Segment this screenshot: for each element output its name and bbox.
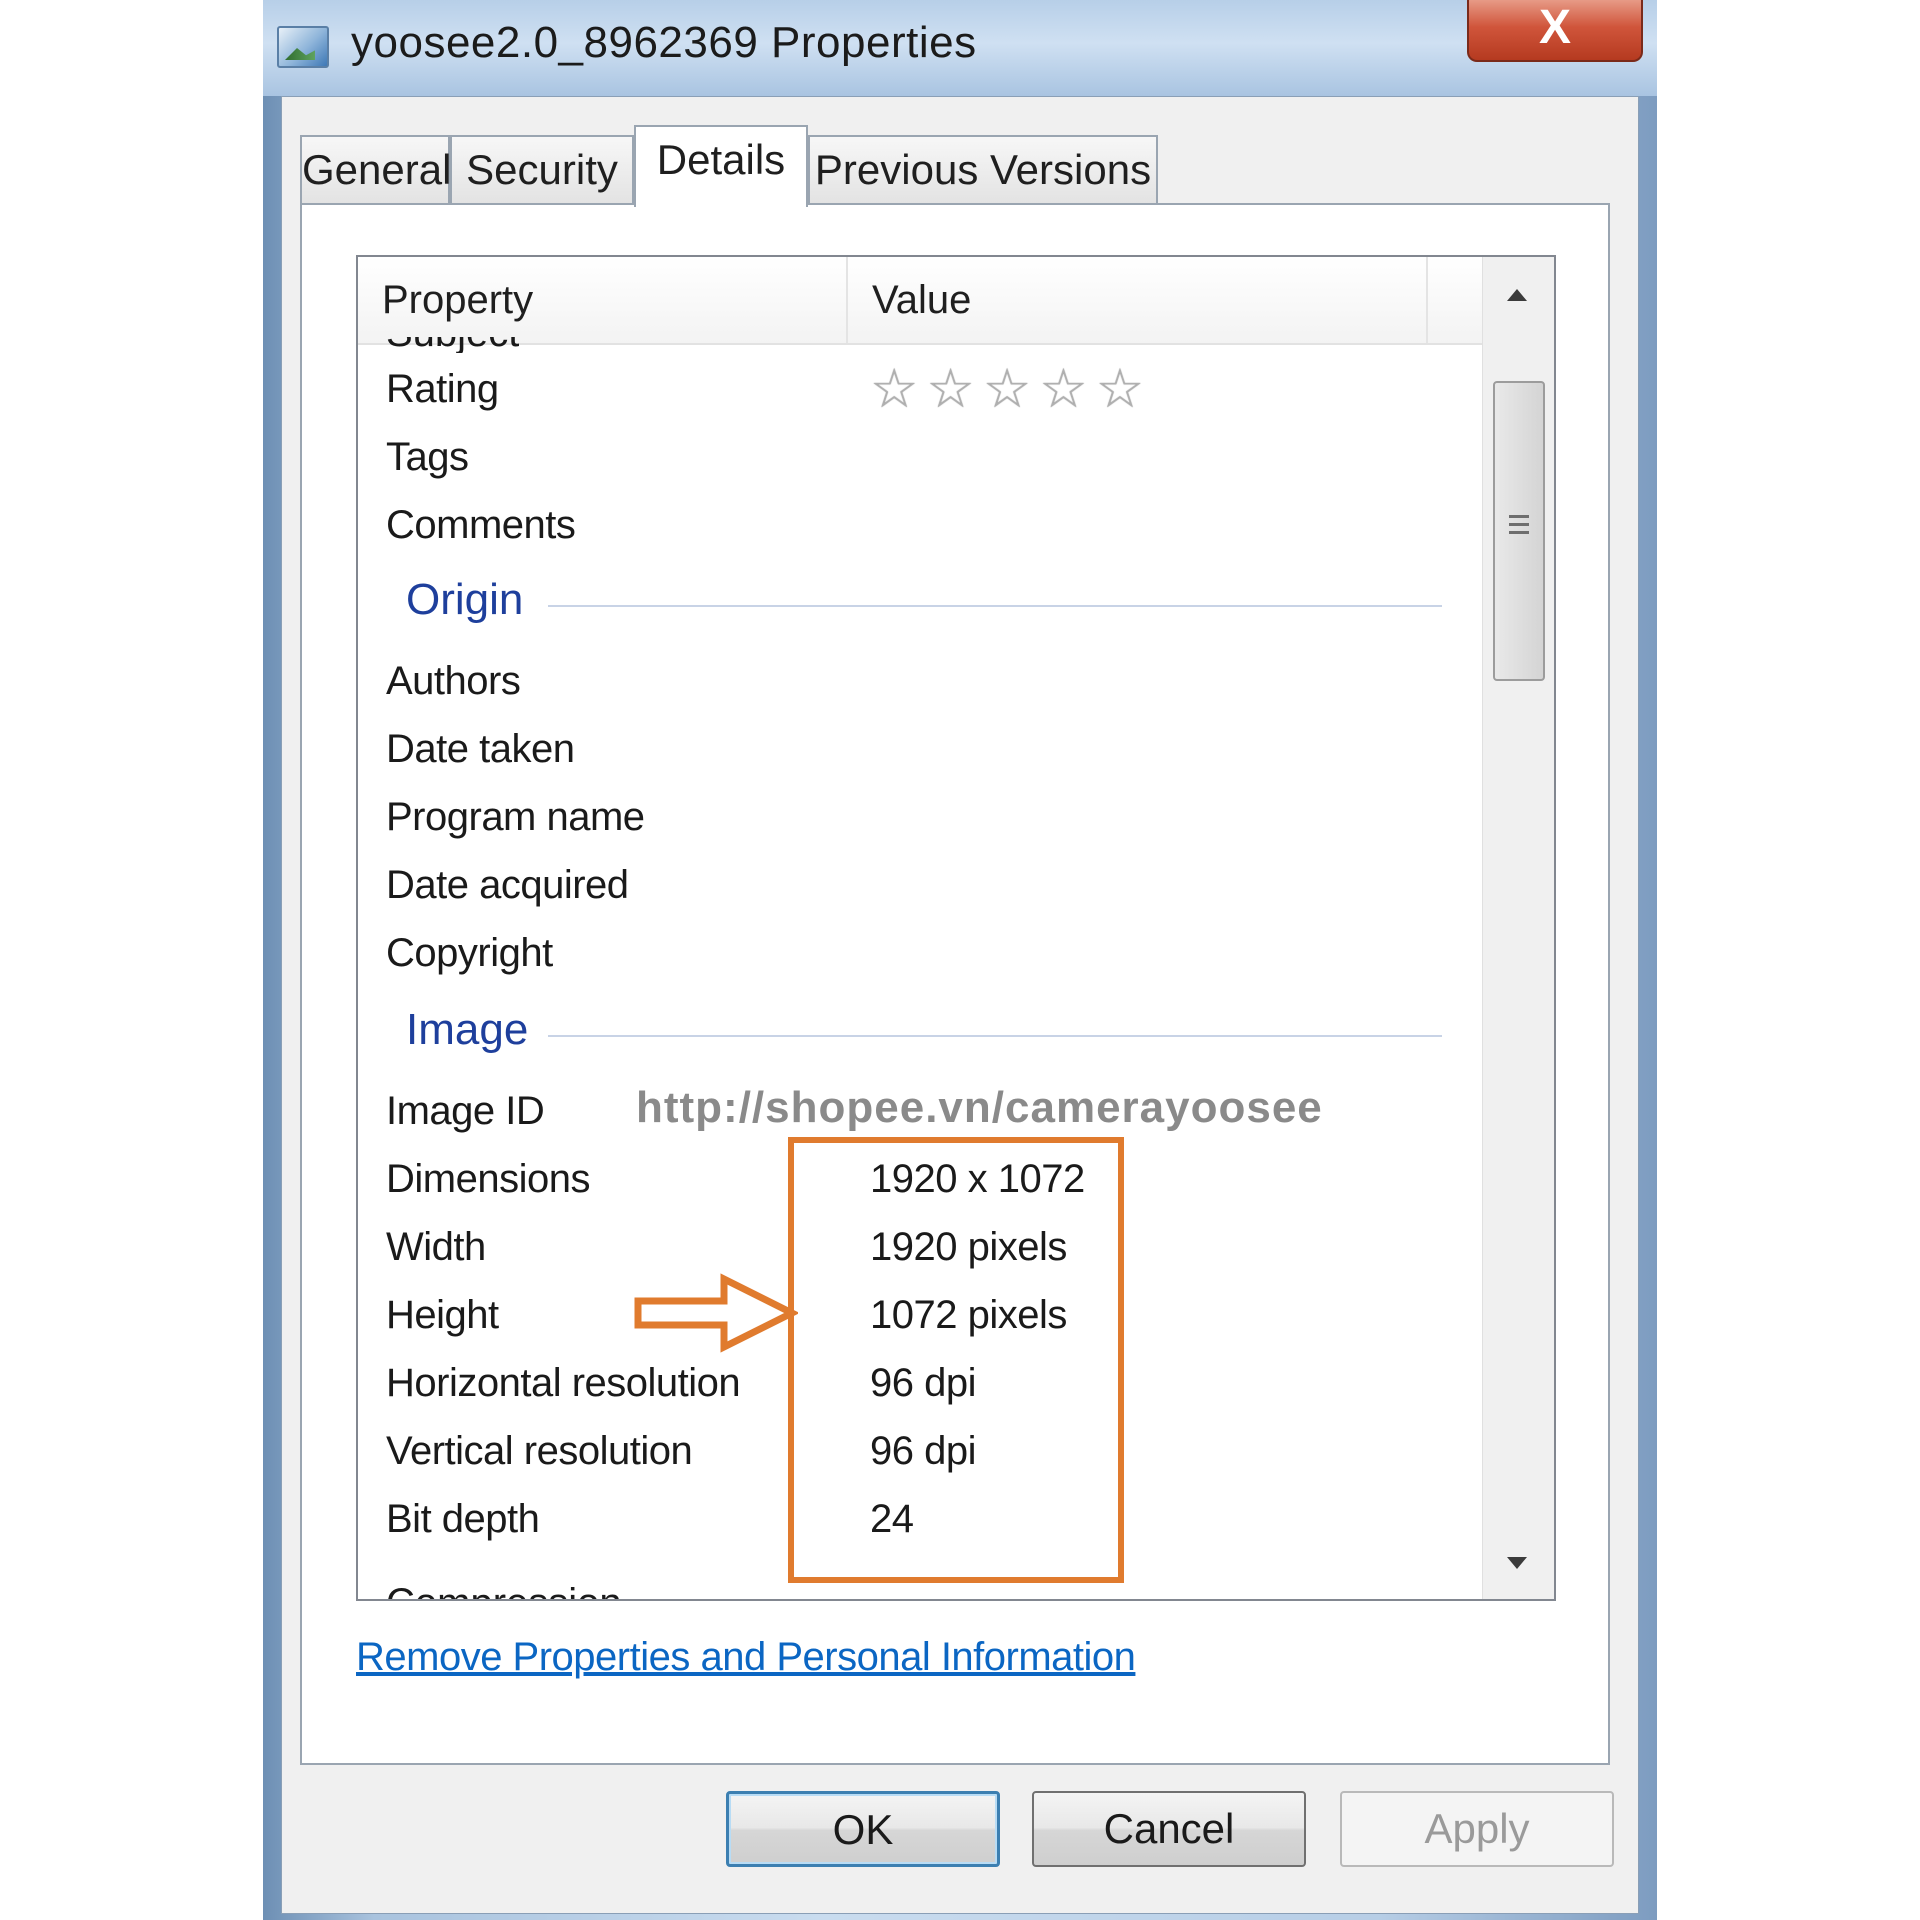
property-name: Dimensions (386, 1157, 590, 1201)
title-bar[interactable]: yoosee2.0_8962369 Properties X (263, 0, 1657, 96)
property-name: Bit depth (386, 1497, 540, 1541)
scroll-thumb[interactable] (1493, 381, 1545, 681)
star-icon[interactable]: ☆ (983, 355, 1031, 423)
property-row[interactable]: Authors (358, 647, 1478, 715)
property-name: Authors (386, 659, 521, 703)
partial-row-top-label: Subject (386, 337, 519, 353)
property-name: Copyright (386, 931, 553, 975)
cancel-button[interactable]: Cancel (1032, 1791, 1306, 1867)
property-name: Program name (386, 795, 645, 839)
property-name: Rating (386, 367, 499, 411)
details-panel: Property Value Subject Rating ☆☆☆☆☆ Tags… (300, 203, 1610, 1765)
star-icon[interactable]: ☆ (870, 355, 918, 423)
property-name: Vertical resolution (386, 1429, 693, 1473)
property-row[interactable]: Copyright (358, 919, 1478, 987)
tab-general[interactable]: General (300, 135, 451, 203)
property-name: Comments (386, 503, 576, 547)
property-name: Date taken (386, 727, 575, 771)
group-divider (548, 1035, 1442, 1037)
property-row[interactable]: Tags (358, 423, 1478, 491)
vertical-scrollbar[interactable] (1482, 257, 1554, 1599)
group-header-origin: Origin (358, 569, 1478, 639)
close-button[interactable]: X (1467, 0, 1643, 62)
property-name: Horizontal resolution (386, 1361, 741, 1405)
partial-row-bottom: Compression (386, 1583, 622, 1599)
properties-dialog: yoosee2.0_8962369 Properties X General S… (263, 0, 1657, 1920)
watermark-url: http://shopee.vn/camerayoosee (636, 1083, 1323, 1132)
tab-previous-versions[interactable]: Previous Versions (808, 135, 1158, 203)
scroll-up-arrow-icon[interactable] (1507, 289, 1527, 301)
rating-stars[interactable]: ☆ ☆ ☆ ☆ ☆ (870, 355, 1152, 423)
property-row[interactable]: Program name (358, 783, 1478, 851)
partial-row-top: Subject (386, 337, 519, 353)
property-name: Width (386, 1225, 486, 1269)
property-list[interactable]: Property Value Subject Rating ☆☆☆☆☆ Tags… (356, 255, 1556, 1601)
property-name: Tags (386, 435, 469, 479)
column-header-value[interactable]: Value (848, 257, 1428, 343)
column-header-property[interactable]: Property (358, 257, 848, 343)
group-title-image: Image (406, 1005, 543, 1055)
window-title: yoosee2.0_8962369 Properties (351, 18, 977, 67)
property-name: Height (386, 1293, 499, 1337)
star-icon[interactable]: ☆ (1096, 355, 1144, 423)
dialog-client-area: General Security Details Previous Versio… (281, 96, 1639, 1914)
group-divider (548, 605, 1442, 607)
tab-details[interactable]: Details (634, 125, 808, 207)
property-name: Date acquired (386, 863, 629, 907)
apply-button[interactable]: Apply (1340, 1791, 1614, 1867)
list-header: Property Value (358, 257, 1482, 345)
image-file-icon (277, 26, 329, 68)
right-arrow-icon (634, 1273, 798, 1353)
grip-line (1509, 515, 1529, 518)
grip-line (1509, 523, 1529, 526)
property-name: Image ID (386, 1089, 545, 1133)
group-header-image: Image (358, 999, 1478, 1069)
ok-button[interactable]: OK (726, 1791, 1000, 1867)
tab-security[interactable]: Security (450, 135, 634, 203)
group-title-origin: Origin (406, 575, 538, 625)
grip-line (1509, 531, 1529, 534)
property-row[interactable]: Rating ☆ ☆ ☆ ☆ ☆ (358, 355, 1478, 423)
highlight-box (788, 1137, 1124, 1583)
star-icon[interactable]: ☆ (1039, 355, 1087, 423)
scroll-down-arrow-icon[interactable] (1507, 1557, 1527, 1569)
property-row[interactable]: Date taken (358, 715, 1478, 783)
star-icon[interactable]: ☆ (926, 355, 974, 423)
remove-properties-link[interactable]: Remove Properties and Personal Informati… (356, 1635, 1136, 1680)
property-row[interactable]: Comments (358, 491, 1478, 559)
property-row[interactable]: Date acquired (358, 851, 1478, 919)
